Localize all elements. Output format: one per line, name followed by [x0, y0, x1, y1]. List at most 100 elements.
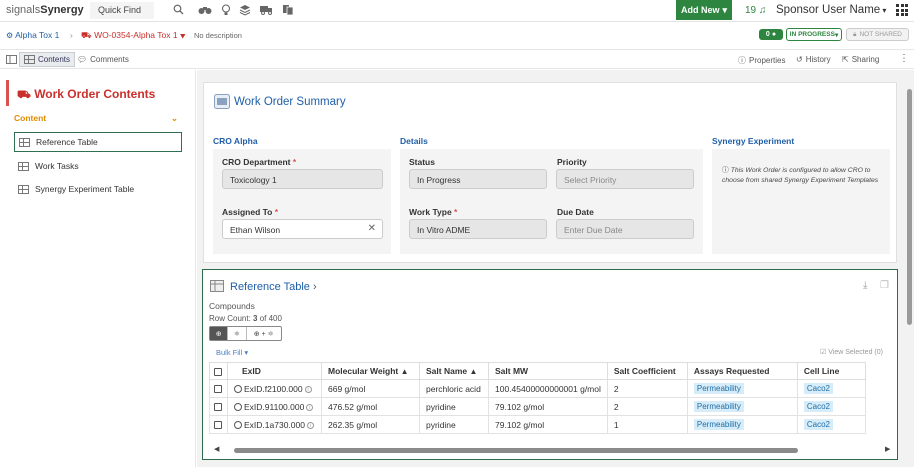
truck-icon[interactable]	[259, 4, 273, 17]
cell-line-cell[interactable]: Caco2	[796, 397, 866, 416]
search-icon[interactable]	[171, 4, 185, 17]
assigned-to-field[interactable]: Ethan Wilson ✕	[222, 219, 383, 239]
table-row[interactable]: ExID.f2100.000 i 669 g/mol perchloric aci…	[209, 379, 866, 398]
experiment-info-text: This Work Order is configured to allow C…	[722, 167, 879, 184]
column-header-salt-name[interactable]: Salt Name ▲	[419, 362, 489, 380]
app-logo[interactable]: signalsSynergy	[6, 4, 84, 16]
top-bar: signalsSynergy Quick Find Add New ▾ 19 ♫ …	[0, 0, 914, 22]
work-type-field[interactable]: In Vitro ADME	[409, 219, 547, 239]
salt-mw-cell[interactable]: 100.45400000000001 g/mol	[488, 379, 608, 398]
work-order-summary: Work Order Summary CRO Alpha Details Syn…	[203, 82, 897, 263]
view-toggle: ⊕ ⚛ ⊕ + ⚛	[209, 326, 282, 341]
sidebar-item-reference-table[interactable]: Reference Table	[14, 132, 182, 152]
salt-coefficient-cell[interactable]: 1	[606, 415, 688, 434]
sharing-badge[interactable]: 🔒︎ NOT SHARED	[846, 28, 909, 41]
row-checkbox[interactable]	[209, 397, 228, 416]
column-header-assays-requested[interactable]: Assays Requested	[686, 362, 798, 380]
column-header-exid[interactable]: ExID	[227, 362, 322, 380]
structure-view-button[interactable]: ⚛	[228, 327, 247, 340]
lightbulb-icon[interactable]	[219, 4, 233, 17]
column-header-cell-line[interactable]: Cell Line	[796, 362, 866, 380]
main-content: Work Order Summary CRO Alpha Details Syn…	[197, 70, 914, 467]
user-menu[interactable]: Sponsor User Name ▾	[776, 4, 886, 16]
bulk-fill-button[interactable]: Bulk Fill ▾	[216, 348, 248, 357]
select-all-checkbox[interactable]	[209, 362, 228, 380]
cell-line-cell[interactable]: Caco2	[796, 379, 866, 398]
scroll-left-icon[interactable]: ◀	[214, 445, 219, 453]
copy-icon[interactable]: ❐	[880, 280, 889, 291]
info-icon[interactable]: i	[304, 385, 312, 393]
download-icon[interactable]: ⤓	[863, 280, 867, 291]
comment-count-badge[interactable]: 0 ●	[759, 29, 783, 40]
salt-name-cell[interactable]: pyridine	[419, 397, 489, 416]
exid-cell[interactable]: ExID.91100.000 i	[227, 397, 322, 416]
assigned-to-value: Ethan Wilson	[230, 225, 281, 235]
assays-cell[interactable]: Permeability	[686, 415, 798, 434]
description-text: No description	[194, 31, 242, 40]
exid-value: ExID.f2100.000	[244, 383, 303, 394]
binoculars-icon[interactable]	[198, 4, 212, 17]
molecular-weight-cell[interactable]: 262.35 g/mol	[321, 415, 420, 434]
sidebar-item-work-tasks[interactable]: Work Tasks	[14, 156, 182, 176]
quick-find-input[interactable]: Quick Find	[90, 2, 154, 19]
column-header-salt-mw[interactable]: Salt MW	[488, 362, 608, 380]
sidebar-item-synergy-experiment-table[interactable]: Synergy Experiment Table	[14, 179, 182, 199]
assays-cell[interactable]: Permeability	[686, 397, 798, 416]
breadcrumb-work-order[interactable]: ⛟ WO-0354-Alpha Tox 1 ▾	[81, 30, 186, 42]
vertical-scrollbar[interactable]	[907, 89, 912, 325]
salt-mw-cell[interactable]: 79.102 g/mol	[488, 415, 608, 434]
info-icon[interactable]: i	[306, 403, 314, 411]
globe-view-button[interactable]: ⊕	[210, 327, 229, 340]
info-icon[interactable]: i	[306, 421, 314, 429]
reference-table-title[interactable]: Reference Table ›	[230, 281, 317, 293]
assays-cell[interactable]: Permeability	[686, 379, 798, 398]
row-checkbox[interactable]	[209, 379, 228, 398]
table-row[interactable]: ExID.91100.000 i 476.52 g/mol pyridine 79…	[209, 397, 866, 416]
share-icon: ⇱	[842, 55, 849, 64]
layers-icon[interactable]	[238, 4, 252, 17]
experiment-info: ⓘ This Work Order is configured to allow…	[722, 166, 882, 186]
molecular-weight-cell[interactable]: 476.52 g/mol	[321, 397, 420, 416]
scroll-right-icon[interactable]: ▶	[885, 445, 890, 453]
apps-grid-icon[interactable]	[896, 4, 908, 16]
sidebar-section-content[interactable]: Content ⌄	[14, 113, 182, 125]
status-badge[interactable]: IN PROGRESS ▾	[786, 28, 842, 41]
more-options-icon[interactable]: ⋮	[899, 53, 909, 64]
salt-coefficient-cell[interactable]: 2	[606, 379, 688, 398]
due-date-field[interactable]: Enter Due Date	[556, 219, 694, 239]
horizontal-scroll-thumb[interactable]	[234, 448, 798, 453]
toggle-panel-icon[interactable]	[4, 52, 19, 67]
checkbox-icon: ☑	[820, 349, 827, 356]
comment-count: 0	[765, 31, 770, 38]
sharing-button[interactable]: ⇱ Sharing	[842, 55, 879, 64]
notifications-button[interactable]: 19 ♫	[745, 5, 766, 16]
horizontal-scrollbar[interactable]: ◀ ▶	[208, 445, 892, 453]
priority-select[interactable]: Select Priority	[556, 169, 694, 189]
column-header-salt-coefficient[interactable]: Salt Coefficient	[606, 362, 688, 380]
salt-name-cell[interactable]: perchloric acid	[419, 379, 489, 398]
breadcrumb-project[interactable]: ⚙ Alpha Tox 1	[6, 30, 59, 40]
view-selected-toggle[interactable]: ☑ View Selected (0)	[820, 348, 883, 356]
properties-button[interactable]: ⓘ Properties	[738, 55, 785, 66]
cell-line-cell[interactable]: Caco2	[796, 415, 866, 434]
cro-department-label: CRO Department *	[222, 157, 297, 167]
combined-view-button[interactable]: ⊕ + ⚛	[247, 327, 282, 340]
status-field[interactable]: In Progress	[409, 169, 547, 189]
logo-brand: Synergy	[40, 4, 84, 16]
molecular-weight-cell[interactable]: 669 g/mol	[321, 379, 420, 398]
salt-name-cell[interactable]: pyridine	[419, 415, 489, 434]
history-button[interactable]: ↺ History	[796, 55, 831, 64]
salt-coefficient-cell[interactable]: 2	[606, 397, 688, 416]
exid-cell[interactable]: ExID.f2100.000 i	[227, 379, 322, 398]
copy-icon[interactable]	[281, 4, 295, 17]
clear-icon[interactable]: ✕	[368, 223, 376, 234]
cro-department-field[interactable]: Toxicology 1	[222, 169, 383, 189]
salt-mw-cell[interactable]: 79.102 g/mol	[488, 397, 608, 416]
row-checkbox[interactable]	[209, 415, 228, 434]
tab-contents[interactable]: Contents	[19, 52, 76, 67]
add-new-button[interactable]: Add New ▾	[676, 0, 732, 20]
column-header-molecular-weight[interactable]: Molecular Weight ▲	[321, 362, 420, 380]
table-row[interactable]: ExID.1a730.000 i 262.35 g/mol pyridine 79…	[209, 415, 866, 434]
exid-cell[interactable]: ExID.1a730.000 i	[227, 415, 322, 434]
tab-comments[interactable]: 💬︎ Comments	[73, 52, 133, 67]
